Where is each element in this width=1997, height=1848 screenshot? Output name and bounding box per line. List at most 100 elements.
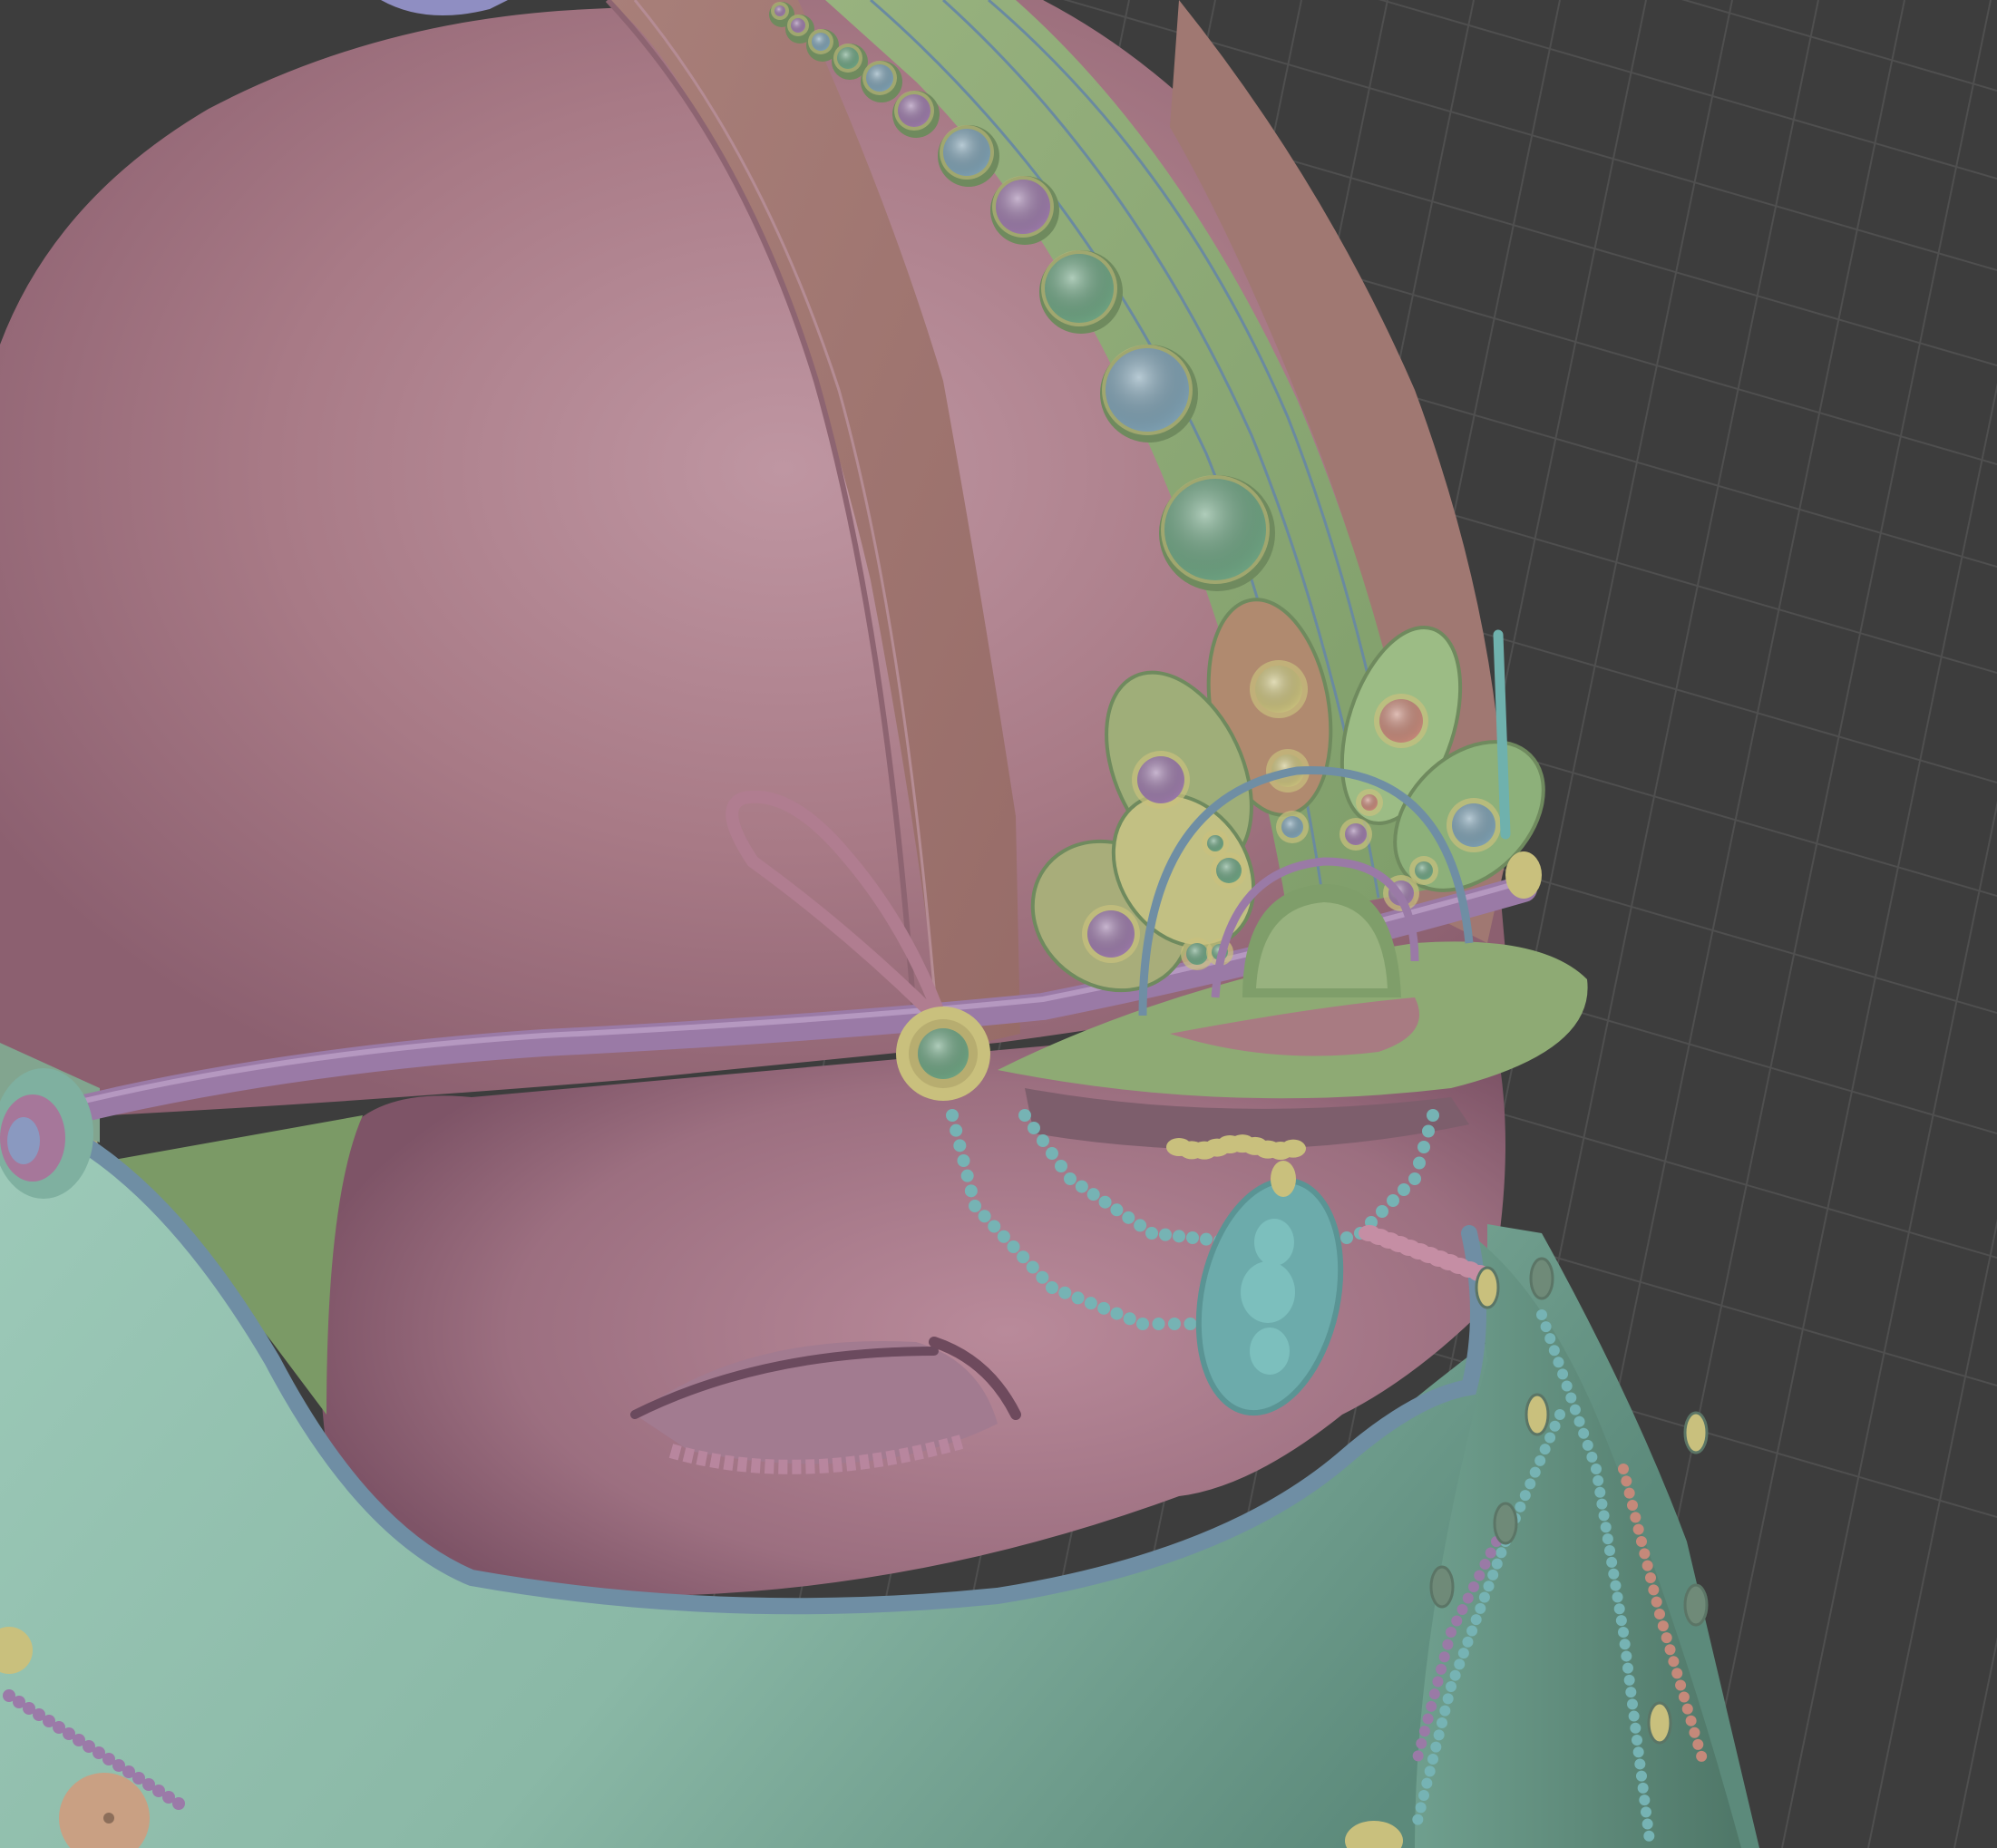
bead: [1613, 1603, 1625, 1615]
bead: [1534, 1454, 1546, 1466]
bead: [997, 1230, 1010, 1243]
bead: [1200, 1232, 1213, 1246]
bead: [1413, 1156, 1426, 1170]
gem-highlight: [837, 47, 859, 69]
bead: [1641, 1818, 1653, 1830]
gem-highlight: [774, 5, 785, 16]
bead: [1536, 1309, 1547, 1320]
crest-jewel-highlight: [1137, 756, 1184, 803]
bead: [1055, 1160, 1067, 1172]
bead: [1685, 1715, 1697, 1726]
bead: [1036, 1270, 1049, 1284]
bead: [1573, 1415, 1585, 1427]
bead: [1681, 1703, 1693, 1715]
crest-jewel-highlight: [1361, 794, 1378, 811]
bead: [1639, 1548, 1651, 1560]
bead: [1046, 1281, 1058, 1294]
bead: [1086, 1188, 1100, 1201]
bead: [1064, 1172, 1076, 1185]
bead: [1474, 1570, 1486, 1581]
bead: [1439, 1705, 1451, 1717]
bead: [1134, 1219, 1147, 1232]
bead: [1430, 1741, 1442, 1753]
viewport-canvas[interactable]: [0, 0, 1997, 1848]
bead: [1018, 1109, 1031, 1122]
crest-jewel-highlight: [1186, 943, 1208, 965]
bead: [953, 1139, 967, 1153]
bead: [1152, 1318, 1165, 1330]
bead: [1623, 1487, 1635, 1499]
bead: [1519, 1490, 1531, 1502]
bead: [1671, 1668, 1683, 1679]
chain-medallion: [1493, 1502, 1518, 1545]
top-ornament: [381, 0, 508, 16]
crest-jewel-highlight: [1281, 816, 1303, 838]
bead: [1606, 1556, 1618, 1568]
bead: [1632, 1523, 1644, 1535]
bead: [1110, 1203, 1124, 1217]
bead: [1630, 1512, 1641, 1523]
bead: [1565, 1392, 1577, 1404]
bead: [1058, 1286, 1072, 1299]
bead: [1097, 1301, 1111, 1315]
bead: [1159, 1228, 1172, 1241]
gem-highlight: [996, 180, 1050, 234]
bead: [1544, 1333, 1556, 1345]
bead: [1436, 1663, 1447, 1675]
bead: [1084, 1297, 1097, 1310]
bead: [1470, 1614, 1482, 1626]
gem-highlight: [866, 64, 893, 92]
bead: [1454, 1658, 1466, 1670]
bead: [1645, 1572, 1656, 1583]
bead: [1418, 1790, 1429, 1801]
bead: [1540, 1321, 1552, 1333]
bead: [1618, 1464, 1629, 1474]
bead: [1651, 1596, 1662, 1608]
bead: [1643, 1830, 1655, 1842]
bead: [1449, 1669, 1461, 1681]
bead: [1696, 1750, 1708, 1762]
bead: [1654, 1609, 1665, 1619]
bead: [1075, 1180, 1088, 1193]
bead: [1037, 1134, 1049, 1147]
crest-jewel-highlight: [1345, 823, 1367, 845]
bead: [1491, 1558, 1503, 1570]
bead: [1641, 1806, 1651, 1818]
bead: [1689, 1726, 1700, 1738]
bead: [1487, 1569, 1499, 1581]
bead: [1632, 1735, 1642, 1746]
bead: [1483, 1581, 1495, 1592]
bead: [1610, 1580, 1622, 1591]
gem-highlight: [943, 129, 990, 176]
bead: [1578, 1427, 1590, 1439]
bead: [1627, 1500, 1638, 1511]
bead: [1525, 1478, 1536, 1490]
chain-medallion: [1475, 1266, 1500, 1309]
bead: [1007, 1240, 1020, 1253]
bead: [1446, 1627, 1456, 1638]
3d-viewport[interactable]: [0, 0, 1997, 1848]
bead: [1446, 1681, 1456, 1692]
bead: [1648, 1584, 1660, 1596]
bead: [960, 1169, 974, 1182]
bead: [1387, 1194, 1399, 1207]
bead: [1586, 1451, 1598, 1463]
bead: [1145, 1227, 1158, 1240]
bead: [1628, 1710, 1640, 1722]
bead: [1553, 1357, 1564, 1368]
bead: [1412, 1750, 1424, 1762]
bead: [1451, 1615, 1463, 1627]
bead: [946, 1109, 959, 1122]
bead: [1442, 1693, 1454, 1705]
bead: [1692, 1738, 1704, 1750]
bead: [964, 1184, 978, 1198]
bead: [1622, 1662, 1633, 1674]
bead: [1678, 1691, 1690, 1703]
bead: [1554, 1409, 1565, 1420]
bead: [1602, 1533, 1613, 1545]
bead: [1438, 1651, 1450, 1663]
bead: [1475, 1602, 1486, 1614]
grid-line: [1953, 1636, 1997, 1848]
bead: [1017, 1250, 1030, 1264]
crest-jewel-highlight: [1216, 858, 1242, 883]
